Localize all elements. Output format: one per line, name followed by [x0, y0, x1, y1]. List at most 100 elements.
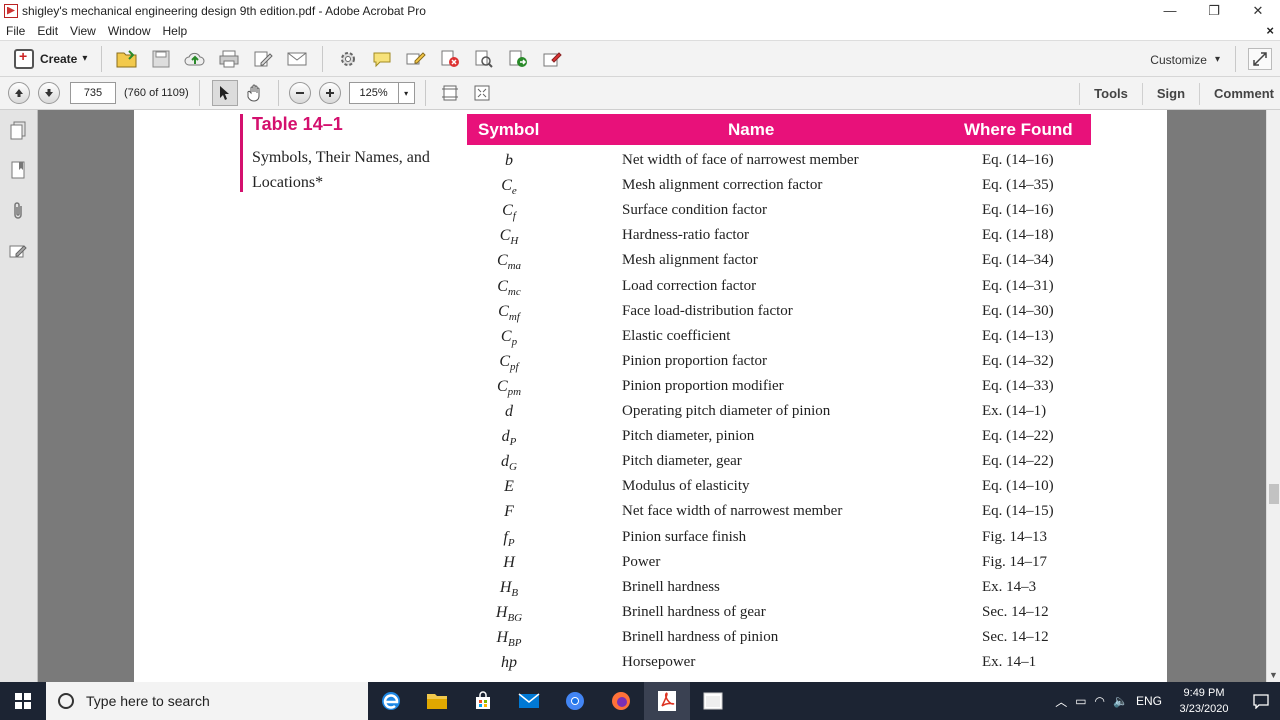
- name-cell: Brinell hardness of gear: [622, 603, 766, 620]
- redact-icon[interactable]: [540, 47, 564, 71]
- table-row: Cp Elastic coefficient Eq. (14–13): [134, 328, 1167, 353]
- menu-window[interactable]: Window: [102, 24, 157, 38]
- attachments-paperclip-icon[interactable]: [7, 200, 29, 222]
- toolbar-divider: [277, 80, 279, 106]
- delete-page-icon[interactable]: [438, 47, 462, 71]
- close-document-button[interactable]: ×: [1266, 23, 1274, 38]
- where-found-cell: Ex. 14–3: [982, 578, 1037, 595]
- scrollbar-thumb[interactable]: [1269, 484, 1279, 504]
- language-indicator[interactable]: ENG: [1132, 694, 1166, 708]
- menu-bar: File Edit View Window Help ×: [0, 21, 1280, 40]
- where-found-cell: Eq. (14–30): [982, 302, 1054, 319]
- customize-dropdown[interactable]: Customize ▾: [1150, 41, 1220, 78]
- restore-button[interactable]: ❐: [1192, 0, 1236, 21]
- expand-view-icon[interactable]: [1248, 48, 1272, 70]
- where-found-cell: Eq. (14–31): [982, 277, 1054, 294]
- name-cell: Brinell hardness: [622, 578, 720, 595]
- symbol-subscript: BG: [507, 611, 523, 624]
- search-document-icon[interactable]: [472, 47, 496, 71]
- store-icon[interactable]: [460, 682, 506, 720]
- where-found-cell: Eq. (14–32): [982, 352, 1054, 369]
- table-row: Cpm Pinion proportion modifier Eq. (14–33): [134, 378, 1167, 403]
- previous-page-button[interactable]: [8, 82, 30, 104]
- bookmarks-icon[interactable]: [7, 160, 29, 182]
- plus-icon: [325, 89, 334, 97]
- volume-icon[interactable]: 🔈: [1109, 694, 1132, 708]
- acrobat-taskbar-icon[interactable]: [644, 682, 690, 720]
- firefox-icon[interactable]: [598, 682, 644, 720]
- symbol-subscript: ma: [507, 260, 522, 273]
- tools-pane-link[interactable]: Tools: [1079, 82, 1142, 105]
- next-page-button[interactable]: [38, 82, 60, 104]
- where-found-cell: Sec. 14–12: [982, 603, 1049, 620]
- sign-pane-link[interactable]: Sign: [1141, 82, 1199, 105]
- symbol-base: H: [503, 553, 515, 571]
- print-icon[interactable]: [217, 47, 241, 71]
- highlight-pen-icon[interactable]: [404, 47, 428, 71]
- notification-icon[interactable]: [1242, 682, 1280, 720]
- minimize-button[interactable]: —: [1148, 0, 1192, 21]
- where-found-cell: Eq. (14–33): [982, 377, 1054, 394]
- windows-logo-icon: [15, 693, 31, 709]
- taskbar-search-box[interactable]: Type here to search: [46, 682, 368, 720]
- comment-pane-link[interactable]: Comment: [1199, 82, 1280, 105]
- cursor-arrow-icon: [219, 86, 229, 100]
- symbol-base: C: [501, 177, 512, 195]
- hand-tool-icon[interactable]: [243, 81, 267, 105]
- name-cell: Surface condition factor: [622, 202, 767, 219]
- symbol-base: C: [499, 227, 511, 245]
- clock-time: 9:49 PM: [1183, 687, 1225, 699]
- table-row: HBP Brinell hardness of pinion Sec. 14–12: [134, 629, 1167, 654]
- where-found-cell: Eq. (14–13): [982, 327, 1054, 344]
- start-button[interactable]: [0, 682, 46, 720]
- page-thumbnails-icon[interactable]: [7, 120, 29, 142]
- create-button[interactable]: Create ▾: [8, 45, 93, 73]
- battery-icon[interactable]: ▭: [1071, 694, 1090, 708]
- scroll-down-arrow-icon[interactable]: ▼: [1269, 670, 1278, 680]
- open-folder-icon[interactable]: [115, 47, 139, 71]
- signatures-icon[interactable]: [7, 240, 29, 262]
- full-screen-icon[interactable]: [470, 81, 494, 105]
- menu-file[interactable]: File: [0, 24, 31, 38]
- zoom-out-button[interactable]: [288, 82, 311, 104]
- edge-browser-icon[interactable]: [368, 682, 414, 720]
- name-cell: Operating pitch diameter of pinion: [622, 403, 831, 419]
- chrome-icon[interactable]: [552, 682, 598, 720]
- close-button[interactable]: ✕: [1236, 0, 1280, 21]
- page-number-input[interactable]: 735: [70, 82, 116, 104]
- export-page-icon[interactable]: [506, 47, 530, 71]
- select-tool-button[interactable]: [211, 80, 238, 106]
- vertical-scrollbar[interactable]: ▼: [1266, 110, 1280, 682]
- fit-page-icon[interactable]: [438, 81, 462, 105]
- menu-view[interactable]: View: [64, 24, 102, 38]
- generic-app-icon[interactable]: [690, 682, 736, 720]
- zoom-in-button[interactable]: [318, 82, 341, 104]
- toolbar-divider: [322, 45, 324, 72]
- table-row: Cmf Face load-distribution factor Eq. (14–…: [134, 303, 1167, 328]
- menu-edit[interactable]: Edit: [31, 24, 64, 38]
- edit-document-icon[interactable]: [251, 47, 275, 71]
- symbol-subscript: f: [512, 210, 516, 223]
- mail-icon[interactable]: [506, 682, 552, 720]
- email-icon[interactable]: [285, 47, 309, 71]
- system-tray: ︿ ▭ ◠ 🔈 ENG 9:49 PM 3/23/2020: [1051, 682, 1280, 720]
- name-cell: Power: [622, 553, 661, 570]
- symbol-subscript: H: [510, 235, 519, 248]
- chevron-down-icon: ▾: [397, 83, 414, 103]
- comment-bubble-icon[interactable]: [370, 47, 394, 71]
- name-cell: Brinell hardness of pinion: [622, 628, 779, 645]
- chevron-up-icon[interactable]: ︿: [1051, 693, 1071, 710]
- menu-help[interactable]: Help: [157, 24, 194, 38]
- save-icon[interactable]: [149, 47, 173, 71]
- cloud-upload-icon[interactable]: [183, 47, 207, 71]
- zoom-level-select[interactable]: 125% ▾: [348, 82, 415, 104]
- symbol-subscript: e: [511, 185, 517, 198]
- wifi-icon[interactable]: ◠: [1091, 694, 1109, 708]
- table-row: HB Brinell hardness Ex. 14–3: [134, 579, 1167, 604]
- window-title: shigley's mechanical engineering design …: [22, 3, 426, 18]
- settings-gear-icon[interactable]: [336, 47, 360, 71]
- search-icon: [58, 693, 74, 709]
- main-toolbar: Create ▾ Customize ▾: [0, 40, 1280, 77]
- file-explorer-icon[interactable]: [414, 682, 460, 720]
- clock[interactable]: 9:49 PM 3/23/2020: [1166, 685, 1242, 717]
